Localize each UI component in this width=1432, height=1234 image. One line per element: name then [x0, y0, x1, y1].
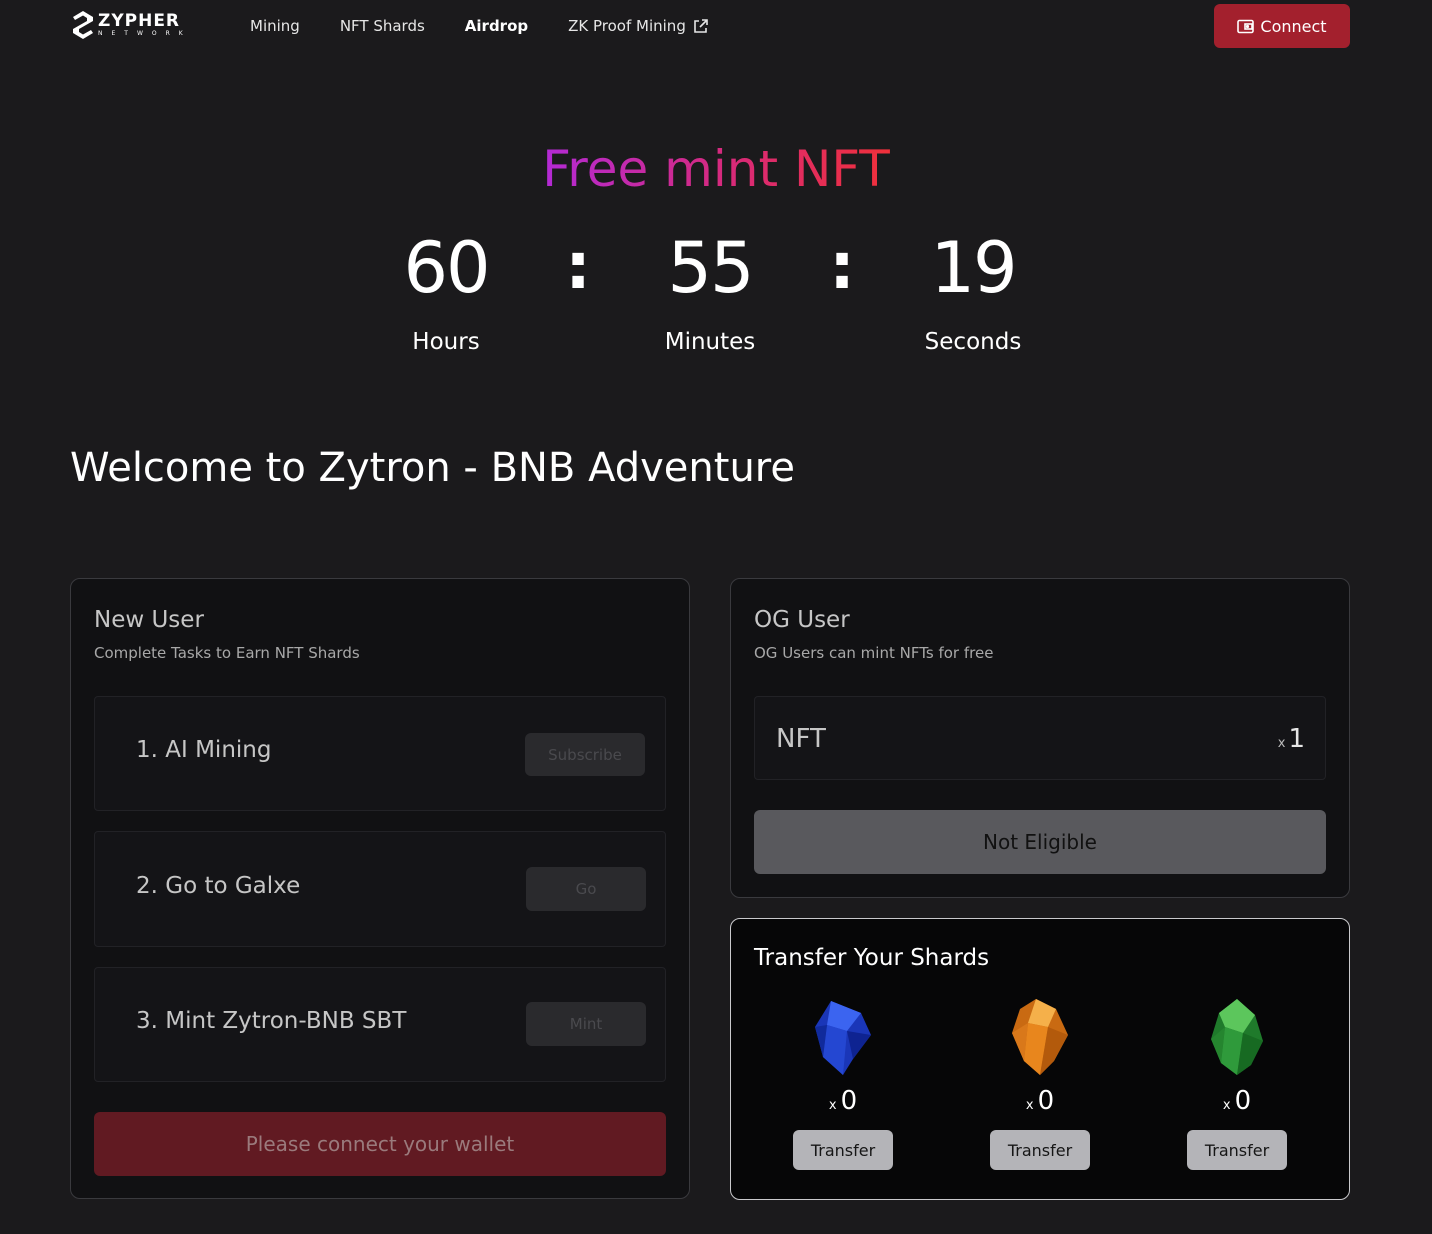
countdown-minutes-label: Minutes — [664, 329, 756, 355]
shard-count-value: 0 — [1234, 1086, 1252, 1116]
shard-item-orange: x0 Transfer — [980, 997, 1100, 1170]
og-user-card: OG User OG Users can mint NFTs for free … — [730, 578, 1350, 898]
shard-item-green: x0 Transfer — [1177, 997, 1297, 1170]
shard-count-prefix: x — [1025, 1098, 1034, 1113]
nav-airdrop-label: Airdrop — [464, 17, 529, 35]
shard-count: x0 — [980, 1085, 1100, 1122]
shard-count-prefix: x — [1222, 1098, 1231, 1113]
countdown-seconds-label: Seconds — [924, 329, 1022, 355]
shard-item-blue: x0 Transfer — [783, 997, 903, 1170]
not-eligible-button[interactable]: Not Eligible — [754, 810, 1326, 874]
shard-count: x0 — [1177, 1085, 1297, 1122]
nav-airdrop[interactable]: Airdrop — [465, 15, 528, 37]
countdown-timer: 60 : 55 : 19 Hours Minutes Seconds — [0, 228, 1432, 368]
transfer-title: Transfer Your Shards — [754, 945, 990, 971]
countdown-separator: : — [565, 230, 591, 304]
task-label: 2. Go to Galxe — [136, 873, 301, 899]
main-nav: Mining NFT Shards Airdrop ZK Proof Minin… — [250, 15, 749, 37]
countdown-hours-label: Hours — [412, 329, 480, 355]
page: ZYPHER NETWORK Mining NFT Shards Airdrop… — [0, 0, 1432, 1234]
transfer-button[interactable]: Transfer — [1187, 1130, 1287, 1170]
go-button[interactable]: Go — [526, 867, 646, 911]
nft-quantity-value: 1 — [1288, 724, 1305, 754]
shard-count-prefix: x — [828, 1098, 837, 1113]
hero-title-text: Free mint NFT — [542, 140, 890, 198]
connect-wallet-button[interactable]: Please connect your wallet — [94, 1112, 666, 1176]
task-item-galxe: 2. Go to Galxe Go — [94, 831, 666, 947]
og-user-subtitle: OG Users can mint NFTs for free — [754, 644, 994, 662]
connect-label: Connect — [1260, 16, 1327, 36]
transfer-button[interactable]: Transfer — [990, 1130, 1090, 1170]
nav-nft-shards-label: NFT Shards — [339, 17, 425, 35]
nav-zk-proof-mining[interactable]: ZK Proof Mining — [568, 15, 709, 37]
wallet-icon — [1237, 19, 1255, 33]
nav-mining-label: Mining — [250, 17, 300, 35]
countdown-hours: 60 — [403, 227, 490, 309]
shard-count-value: 0 — [1037, 1086, 1055, 1116]
countdown-minutes: 55 — [667, 227, 754, 309]
new-user-card: New User Complete Tasks to Earn NFT Shar… — [70, 578, 690, 1199]
blue-shard-icon — [815, 1001, 871, 1075]
task-item-mint-sbt: 3. Mint Zytron-BNB SBT Mint — [94, 967, 666, 1082]
connect-button[interactable]: Connect — [1214, 4, 1350, 48]
task-item-ai-mining: 1. AI Mining Subscribe — [94, 696, 666, 811]
task-label: 1. AI Mining — [136, 737, 272, 763]
green-shard-icon — [1211, 999, 1263, 1075]
og-user-title: OG User — [754, 607, 850, 633]
nft-label: NFT — [776, 724, 826, 754]
subscribe-button[interactable]: Subscribe — [525, 733, 645, 776]
countdown-separator: : — [829, 230, 855, 304]
external-link-icon — [694, 18, 708, 33]
new-user-subtitle: Complete Tasks to Earn NFT Shards — [94, 644, 360, 662]
countdown-seconds: 19 — [930, 227, 1017, 309]
logo-wordmark: ZYPHER — [98, 11, 181, 31]
welcome-heading: Welcome to Zytron - BNB Adventure — [70, 445, 795, 491]
logo[interactable]: ZYPHER NETWORK — [70, 9, 192, 41]
nft-quantity-box: NFT x1 — [754, 696, 1326, 780]
nav-nft-shards[interactable]: NFT Shards — [340, 15, 425, 37]
mint-button[interactable]: Mint — [526, 1002, 646, 1046]
task-label: 3. Mint Zytron-BNB SBT — [136, 1008, 407, 1034]
nft-quantity-prefix: x — [1277, 736, 1286, 751]
shard-count-value: 0 — [840, 1086, 858, 1116]
zypher-logo-icon — [73, 11, 93, 39]
shard-count: x0 — [783, 1085, 903, 1122]
transfer-button[interactable]: Transfer — [793, 1130, 893, 1170]
new-user-title: New User — [94, 607, 204, 633]
orange-shard-icon — [1012, 999, 1068, 1075]
hero-title: Free mint NFT — [0, 138, 1432, 200]
nav-zk-proof-mining-label: ZK Proof Mining — [568, 17, 686, 35]
nft-quantity: x1 — [1278, 723, 1305, 760]
nav-mining[interactable]: Mining — [250, 15, 300, 37]
logo-subtitle: NETWORK — [98, 30, 192, 37]
transfer-shards-card: Transfer Your Shards x0 Transfer x0 Tran… — [730, 918, 1350, 1200]
